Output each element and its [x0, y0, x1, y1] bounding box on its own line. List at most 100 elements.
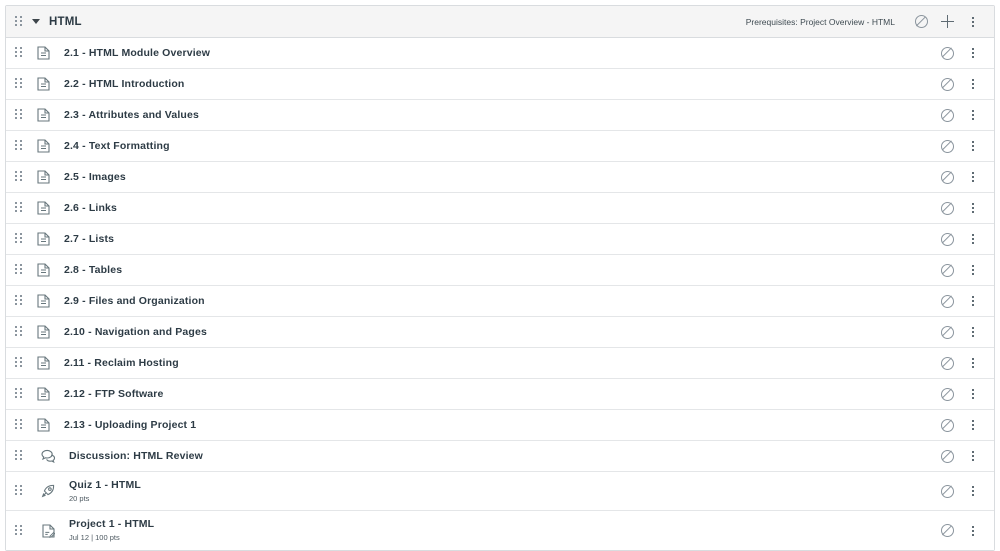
item-text-block: 2.2 - HTML Introduction — [64, 78, 185, 91]
kebab-menu-icon — [972, 172, 974, 182]
item-drag-handle-icon[interactable] — [15, 109, 23, 121]
item-options-button[interactable] — [960, 71, 986, 97]
item-drag-handle-icon[interactable] — [15, 233, 23, 245]
item-publish-button[interactable] — [934, 195, 960, 221]
item-title-link[interactable]: 2.1 - HTML Module Overview — [64, 47, 210, 60]
kebab-menu-icon — [972, 141, 974, 151]
item-publish-button[interactable] — [934, 71, 960, 97]
item-options-button[interactable] — [960, 288, 986, 314]
item-options-button[interactable] — [960, 40, 986, 66]
item-options-button[interactable] — [960, 412, 986, 438]
item-drag-handle-icon[interactable] — [15, 171, 23, 183]
item-options-button[interactable] — [960, 478, 986, 504]
module-item-row[interactable]: 2.8 - Tables — [6, 255, 994, 286]
item-options-button[interactable] — [960, 195, 986, 221]
item-publish-button[interactable] — [934, 412, 960, 438]
item-title-link[interactable]: 2.9 - Files and Organization — [64, 295, 205, 308]
item-drag-handle-icon[interactable] — [15, 485, 23, 497]
item-options-button[interactable] — [960, 164, 986, 190]
item-publish-button[interactable] — [934, 288, 960, 314]
page-document-icon — [35, 324, 51, 340]
item-title-link[interactable]: 2.2 - HTML Introduction — [64, 78, 185, 91]
item-publish-button[interactable] — [934, 40, 960, 66]
unpublished-circle-slash-icon — [940, 108, 954, 122]
item-publish-button[interactable] — [934, 257, 960, 283]
item-options-button[interactable] — [960, 319, 986, 345]
item-drag-handle-icon[interactable] — [15, 140, 23, 152]
item-publish-button[interactable] — [934, 164, 960, 190]
module-item-row[interactable]: 2.4 - Text Formatting — [6, 131, 994, 162]
module-collapse-chevron-down-icon[interactable] — [32, 19, 40, 24]
item-publish-button[interactable] — [934, 319, 960, 345]
item-title-link[interactable]: Quiz 1 - HTML — [69, 479, 141, 492]
item-publish-button[interactable] — [934, 133, 960, 159]
item-publish-button[interactable] — [934, 443, 960, 469]
kebab-menu-icon — [972, 327, 974, 337]
item-drag-handle-icon[interactable] — [15, 47, 23, 59]
item-options-button[interactable] — [960, 518, 986, 544]
item-title-link[interactable]: 2.12 - FTP Software — [64, 388, 164, 401]
item-publish-button[interactable] — [934, 381, 960, 407]
item-title-link[interactable]: 2.4 - Text Formatting — [64, 140, 170, 153]
item-options-button[interactable] — [960, 133, 986, 159]
item-options-button[interactable] — [960, 443, 986, 469]
item-drag-handle-icon[interactable] — [15, 78, 23, 90]
item-publish-button[interactable] — [934, 350, 960, 376]
item-drag-handle-icon[interactable] — [15, 264, 23, 276]
item-drag-handle-icon[interactable] — [15, 419, 23, 431]
item-drag-handle-icon[interactable] — [15, 326, 23, 338]
module-options-button[interactable] — [960, 9, 986, 35]
module-item-row[interactable]: Project 1 - HTML Jul 12 | 100 pts — [6, 511, 994, 550]
item-publish-button[interactable] — [934, 102, 960, 128]
item-text-block: 2.9 - Files and Organization — [64, 295, 205, 308]
item-actions — [934, 102, 986, 128]
item-options-button[interactable] — [960, 102, 986, 128]
page-document-icon — [35, 231, 51, 247]
module-publish-button[interactable] — [908, 9, 934, 35]
item-drag-handle-icon[interactable] — [15, 202, 23, 214]
module-item-row[interactable]: Discussion: HTML Review — [6, 441, 994, 472]
item-drag-handle-icon[interactable] — [15, 357, 23, 369]
item-title-link[interactable]: 2.13 - Uploading Project 1 — [64, 419, 196, 432]
module-item-row[interactable]: 2.10 - Navigation and Pages — [6, 317, 994, 348]
item-drag-handle-icon[interactable] — [15, 388, 23, 400]
kebab-menu-icon — [972, 525, 974, 536]
item-options-button[interactable] — [960, 381, 986, 407]
item-title-link[interactable]: 2.6 - Links — [64, 202, 117, 215]
item-title-link[interactable]: 2.5 - Images — [64, 171, 126, 184]
item-publish-button[interactable] — [934, 478, 960, 504]
module-item-row[interactable]: 2.6 - Links — [6, 193, 994, 224]
item-drag-handle-icon[interactable] — [15, 295, 23, 307]
item-title-link[interactable]: Discussion: HTML Review — [69, 450, 203, 463]
module-item-row[interactable]: 2.5 - Images — [6, 162, 994, 193]
kebab-menu-icon — [972, 110, 974, 120]
item-drag-handle-icon[interactable] — [15, 524, 23, 537]
module-item-row[interactable]: 2.1 - HTML Module Overview — [6, 38, 994, 69]
item-title-link[interactable]: 2.10 - Navigation and Pages — [64, 326, 207, 339]
module-add-item-button[interactable] — [934, 9, 960, 35]
item-text-block: Discussion: HTML Review — [69, 450, 203, 463]
item-publish-button[interactable] — [934, 518, 960, 544]
module-item-row[interactable]: 2.12 - FTP Software — [6, 379, 994, 410]
item-options-button[interactable] — [960, 350, 986, 376]
module-drag-handle-icon[interactable] — [15, 15, 23, 28]
item-text-block: 2.5 - Images — [64, 171, 126, 184]
module-item-row[interactable]: 2.9 - Files and Organization — [6, 286, 994, 317]
module-item-row[interactable]: 2.2 - HTML Introduction — [6, 69, 994, 100]
item-title-link[interactable]: 2.3 - Attributes and Values — [64, 109, 199, 122]
item-title-link[interactable]: 2.7 - Lists — [64, 233, 114, 246]
module-item-row[interactable]: 2.7 - Lists — [6, 224, 994, 255]
item-title-link[interactable]: 2.11 - Reclaim Hosting — [64, 357, 179, 370]
module-item-row[interactable]: 2.13 - Uploading Project 1 — [6, 410, 994, 441]
page-document-icon — [35, 169, 51, 185]
module-item-row[interactable]: Quiz 1 - HTML 20 pts — [6, 472, 994, 511]
item-publish-button[interactable] — [934, 226, 960, 252]
module-item-row[interactable]: 2.3 - Attributes and Values — [6, 100, 994, 131]
item-title-link[interactable]: 2.8 - Tables — [64, 264, 122, 277]
module-header[interactable]: HTML Prerequisites: Project Overview - H… — [6, 6, 994, 38]
item-title-link[interactable]: Project 1 - HTML — [69, 518, 154, 531]
item-options-button[interactable] — [960, 226, 986, 252]
item-drag-handle-icon[interactable] — [15, 450, 23, 462]
item-options-button[interactable] — [960, 257, 986, 283]
module-item-row[interactable]: 2.11 - Reclaim Hosting — [6, 348, 994, 379]
